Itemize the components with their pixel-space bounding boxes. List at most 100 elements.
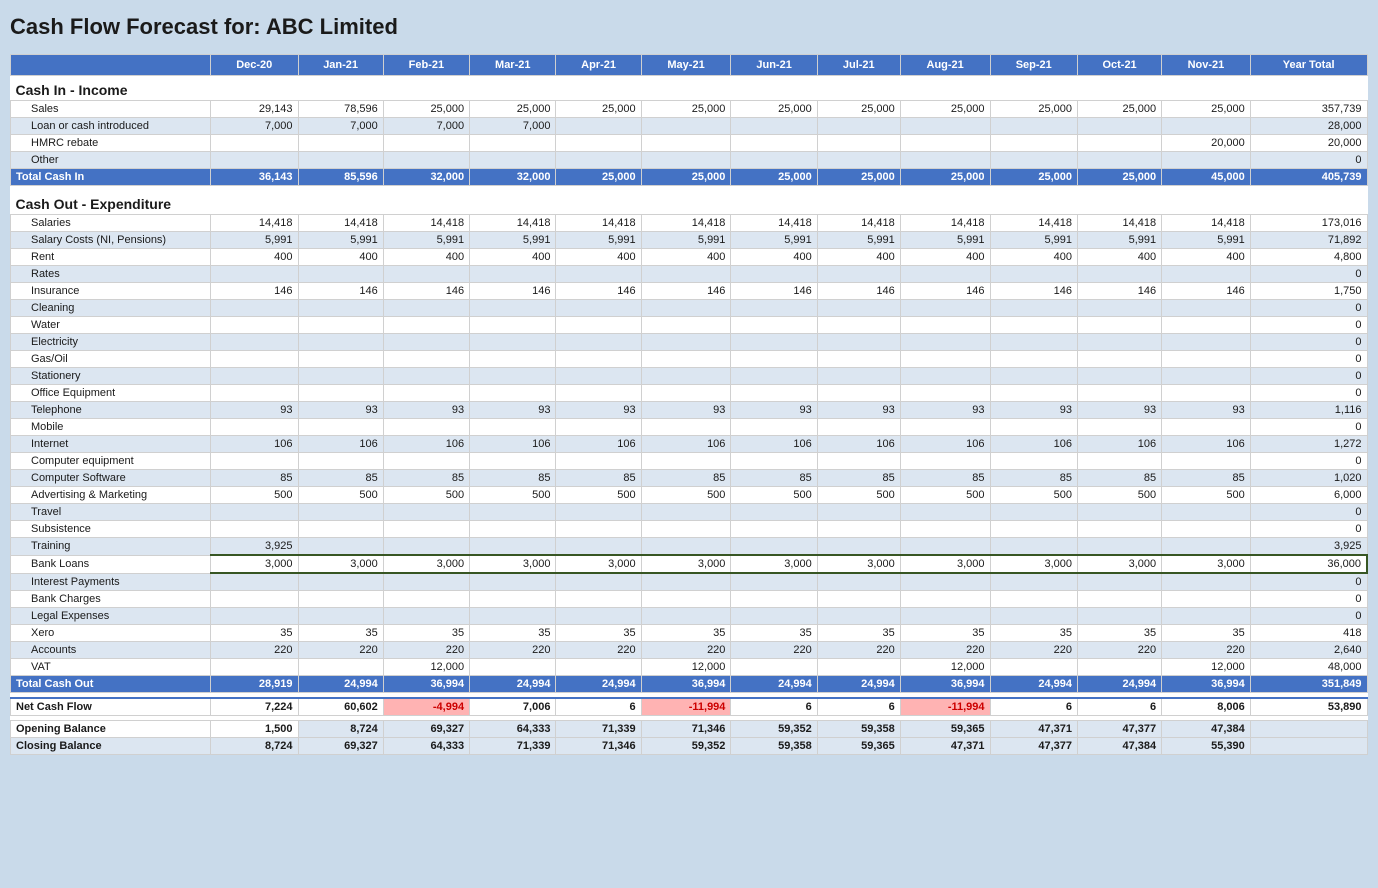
- cell-value: [298, 152, 383, 169]
- cell-value: [817, 152, 900, 169]
- cell-value: [641, 521, 731, 538]
- opening-balance-cell: 47,384: [1162, 721, 1251, 738]
- cell-value: [641, 118, 731, 135]
- table-row: Internet10610610610610610610610610610610…: [11, 436, 1368, 453]
- col-label: [11, 55, 211, 76]
- closing-balance-cell: 47,371: [900, 738, 990, 755]
- cell-value: 85: [211, 470, 299, 487]
- cell-value: 106: [641, 436, 731, 453]
- cell-value: [211, 368, 299, 385]
- row-label: Accounts: [11, 642, 211, 659]
- cell-value: [990, 317, 1078, 334]
- col-aug21: Aug-21: [900, 55, 990, 76]
- opening-balance-label: Opening Balance: [11, 721, 211, 738]
- cell-value: [641, 266, 731, 283]
- cell-value: 25,000: [731, 169, 817, 186]
- cell-value: 35: [556, 625, 641, 642]
- opening-balance-cell: 71,339: [556, 721, 641, 738]
- cell-value: 5,991: [990, 232, 1078, 249]
- col-may21: May-21: [641, 55, 731, 76]
- cell-value: [900, 608, 990, 625]
- cell-value: 7,000: [383, 118, 469, 135]
- cell-value: 25,000: [641, 101, 731, 118]
- cell-value: [470, 300, 556, 317]
- cell-value: [298, 300, 383, 317]
- cell-value: [470, 317, 556, 334]
- cell-value: 35: [1078, 625, 1162, 642]
- cell-value: 35: [211, 625, 299, 642]
- cell-value: 146: [556, 283, 641, 300]
- table-row: Training3,9253,925: [11, 538, 1368, 556]
- row-label: Total Cash Out: [11, 676, 211, 693]
- cell-value: 418: [1250, 625, 1367, 642]
- cell-value: 35: [817, 625, 900, 642]
- table-row: Salary Costs (NI, Pensions)5,9915,9915,9…: [11, 232, 1368, 249]
- cell-value: [1078, 608, 1162, 625]
- cell-value: [1162, 573, 1251, 591]
- opening-balance-cell: 59,365: [900, 721, 990, 738]
- cell-value: [556, 300, 641, 317]
- cell-value: [817, 608, 900, 625]
- cell-value: 14,418: [1078, 215, 1162, 232]
- cell-value: 24,994: [556, 676, 641, 693]
- cell-value: 85: [900, 470, 990, 487]
- cell-value: [383, 334, 469, 351]
- closing-balance-cell: 69,327: [298, 738, 383, 755]
- cell-value: 14,418: [1162, 215, 1251, 232]
- cell-value: [211, 573, 299, 591]
- cell-value: -11,994: [641, 698, 731, 716]
- col-year-total: Year Total: [1250, 55, 1367, 76]
- cell-value: 25,000: [556, 101, 641, 118]
- cell-value: 36,994: [900, 676, 990, 693]
- cell-value: [298, 334, 383, 351]
- table-row: Cleaning0: [11, 300, 1368, 317]
- cell-value: 14,418: [900, 215, 990, 232]
- cell-value: 93: [731, 402, 817, 419]
- cell-value: 7,000: [470, 118, 556, 135]
- cell-value: [731, 334, 817, 351]
- cell-value: 36,994: [641, 676, 731, 693]
- cell-value: [383, 521, 469, 538]
- cell-value: 5,991: [641, 232, 731, 249]
- cell-value: 0: [1250, 266, 1367, 283]
- cell-value: 4,800: [1250, 249, 1367, 266]
- cell-value: 32,000: [383, 169, 469, 186]
- closing-balance-cell: 55,390: [1162, 738, 1251, 755]
- cell-value: 7,006: [470, 698, 556, 716]
- cell-value: 3,000: [641, 555, 731, 573]
- cell-value: [211, 419, 299, 436]
- table-row: Computer Software85858585858585858585858…: [11, 470, 1368, 487]
- cell-value: 5,991: [556, 232, 641, 249]
- cell-value: 500: [1078, 487, 1162, 504]
- cell-value: 14,418: [990, 215, 1078, 232]
- cell-value: [383, 351, 469, 368]
- cell-value: [556, 504, 641, 521]
- cell-value: 5,991: [731, 232, 817, 249]
- cell-value: 0: [1250, 504, 1367, 521]
- cell-value: 35: [470, 625, 556, 642]
- cell-value: [211, 334, 299, 351]
- cell-value: 85: [641, 470, 731, 487]
- cell-value: [211, 351, 299, 368]
- cell-value: 173,016: [1250, 215, 1367, 232]
- cell-value: [990, 266, 1078, 283]
- row-label: HMRC rebate: [11, 135, 211, 152]
- cell-value: [556, 591, 641, 608]
- cell-value: [211, 659, 299, 676]
- table-row: Total Cash In36,14385,59632,00032,00025,…: [11, 169, 1368, 186]
- cell-value: 400: [298, 249, 383, 266]
- cell-value: 48,000: [1250, 659, 1367, 676]
- cell-value: 14,418: [731, 215, 817, 232]
- cell-value: [556, 317, 641, 334]
- cell-value: 220: [298, 642, 383, 659]
- cell-value: 0: [1250, 419, 1367, 436]
- row-label: Net Cash Flow: [11, 698, 211, 716]
- cell-value: [1078, 659, 1162, 676]
- cell-value: [211, 385, 299, 402]
- cell-value: 146: [731, 283, 817, 300]
- cell-value: [298, 135, 383, 152]
- cell-value: 0: [1250, 152, 1367, 169]
- cell-value: 28,919: [211, 676, 299, 693]
- cell-value: [1162, 504, 1251, 521]
- cell-value: [990, 538, 1078, 556]
